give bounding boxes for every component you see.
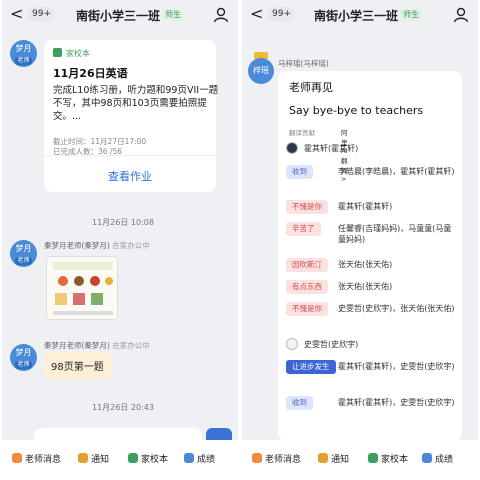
tab-grades[interactable]: 成绩: [184, 452, 215, 465]
sender-name: 秦梦月老师(秦梦月) 在家办公中: [44, 241, 150, 250]
role-tag: 师生: [162, 9, 184, 21]
sender-name: 秦梦月老师(秦梦月) 在家办公中: [44, 341, 150, 350]
reaction-pill[interactable]: 因吹斯汀: [286, 258, 328, 272]
homework-tag: 家校本: [53, 48, 90, 59]
book-icon: [128, 453, 138, 463]
reaction-users: 张天佑(张天佑): [338, 260, 393, 269]
notice-title: 老师再见: [289, 81, 333, 94]
teacher-avatar[interactable]: 梦月 老师: [10, 344, 37, 371]
translation-credit: 翻译贡献 阿里AI翻译 >: [289, 129, 348, 183]
image-message[interactable]: [46, 256, 118, 320]
reaction-users: 霍其轩(霍其轩)，史雯哲(史欣宇): [338, 398, 455, 407]
timestamp: 11月26日 20:43: [92, 403, 154, 412]
sender-name: 马梓瑶(马梓瑶): [278, 59, 329, 68]
reaction-users: 霍其轩(霍其轩): [338, 202, 393, 211]
group-members-icon[interactable]: [452, 6, 470, 24]
message-icon: [12, 453, 22, 463]
reaction-pill[interactable]: 辛苦了: [286, 222, 321, 236]
chat-title: 南街小学三一班: [76, 9, 161, 23]
left-chat-screen: < 99+ 南街小学三一班 师生 梦月 老师 家校本 11月26日英语 完成L1…: [2, 0, 238, 480]
grade-icon: [184, 453, 194, 463]
back-button[interactable]: <: [10, 4, 23, 23]
rocket-emoji-icon[interactable]: [286, 338, 298, 350]
chat-title: 南街小学三一班: [314, 9, 399, 23]
tab-notice[interactable]: 通知: [318, 452, 349, 465]
right-chat-screen: < 99+ 南街小学三一班 师生 梓瑶 马梓瑶(马梓瑶) 老师再见 Say by…: [242, 0, 478, 480]
left-nav-bar: < 99+ 南街小学三一班 师生: [2, 0, 238, 30]
tab-homework[interactable]: 家校本: [128, 452, 168, 465]
teacher-avatar[interactable]: 梦月 老师: [10, 40, 37, 67]
book-icon: [368, 453, 378, 463]
reaction-users: 张天佑(张天佑): [338, 282, 393, 291]
worksheet-thumbnail: [47, 257, 117, 319]
reaction-users: 史雯哲(史欣宇)，张天佑(张天佑): [338, 304, 455, 313]
bell-icon: [78, 453, 88, 463]
timestamp: 11月26日 10:08: [92, 218, 154, 227]
role-tag: 师生: [400, 9, 422, 21]
bottom-quick-bar: 老师消息 通知 家校本 成绩: [242, 440, 478, 480]
homework-card[interactable]: 家校本 11月26日英语 完成L10练习册，听力题和99页VII一题不写，其中9…: [44, 40, 218, 192]
tab-teacher-messages[interactable]: 老师消息: [252, 452, 301, 465]
tab-grades[interactable]: 成绩: [422, 452, 453, 465]
notice-card[interactable]: 老师再见 Say bye-bye to teachers 翻译贡献 阿里AI翻译…: [278, 71, 462, 441]
reaction-pill[interactable]: 让进步发生: [286, 360, 336, 374]
homework-title: 11月26日英语: [53, 67, 128, 80]
tab-homework[interactable]: 家校本: [368, 452, 408, 465]
reaction-users: 任馨睿(吉瑾妈妈)，马童童(马童童妈妈): [338, 224, 452, 244]
notice-translation: Say bye-bye to teachers: [289, 104, 424, 117]
view-homework-button[interactable]: 查看作业: [44, 168, 216, 184]
right-nav-bar: < 99+ 南街小学三一班 师生: [242, 0, 478, 30]
tab-notice[interactable]: 通知: [78, 452, 109, 465]
homework-body: 完成L10练习册，听力题和99页VII一题不写，其中98页和103页需要拍照提交…: [53, 85, 219, 122]
screenshot-pair: < 99+ 南街小学三一班 师生 梦月 老师 家校本 11月26日英语 完成L1…: [0, 0, 480, 480]
unread-badge: 99+: [28, 7, 55, 22]
student-avatar[interactable]: 梓瑶: [248, 58, 274, 84]
tab-teacher-messages[interactable]: 老师消息: [12, 452, 61, 465]
bell-icon: [318, 453, 328, 463]
reaction-users: 霍其轩(霍其轩)，史雯哲(史欣宇): [338, 362, 455, 371]
back-button[interactable]: <: [250, 4, 263, 23]
bottom-quick-bar: 老师消息 通知 家校本 成绩: [2, 440, 238, 480]
reaction-pill[interactable]: 不愧是你: [286, 200, 328, 214]
reaction-pill[interactable]: 不愧是你: [286, 302, 328, 316]
message-icon: [252, 453, 262, 463]
reaction-users: 史雯哲(史欣宇): [304, 340, 359, 349]
group-members-icon[interactable]: [212, 6, 230, 24]
reaction-pill[interactable]: 有点东西: [286, 280, 328, 294]
reaction-pill[interactable]: 收到: [286, 396, 313, 410]
card-divider: [44, 155, 216, 156]
message-bubble[interactable]: 98页第一题: [44, 352, 111, 379]
reaction-users: 霍其轩(霍其轩): [304, 144, 359, 153]
reaction-pill[interactable]: 收到: [286, 165, 313, 179]
grade-icon: [422, 453, 432, 463]
reaction-users: 李皓晨(李皓晨)，霍其轩(霍其轩): [338, 167, 455, 176]
bell-emoji-icon[interactable]: [286, 142, 298, 154]
teacher-avatar[interactable]: 梦月 老师: [10, 240, 37, 267]
unread-badge: 99+: [268, 7, 295, 22]
